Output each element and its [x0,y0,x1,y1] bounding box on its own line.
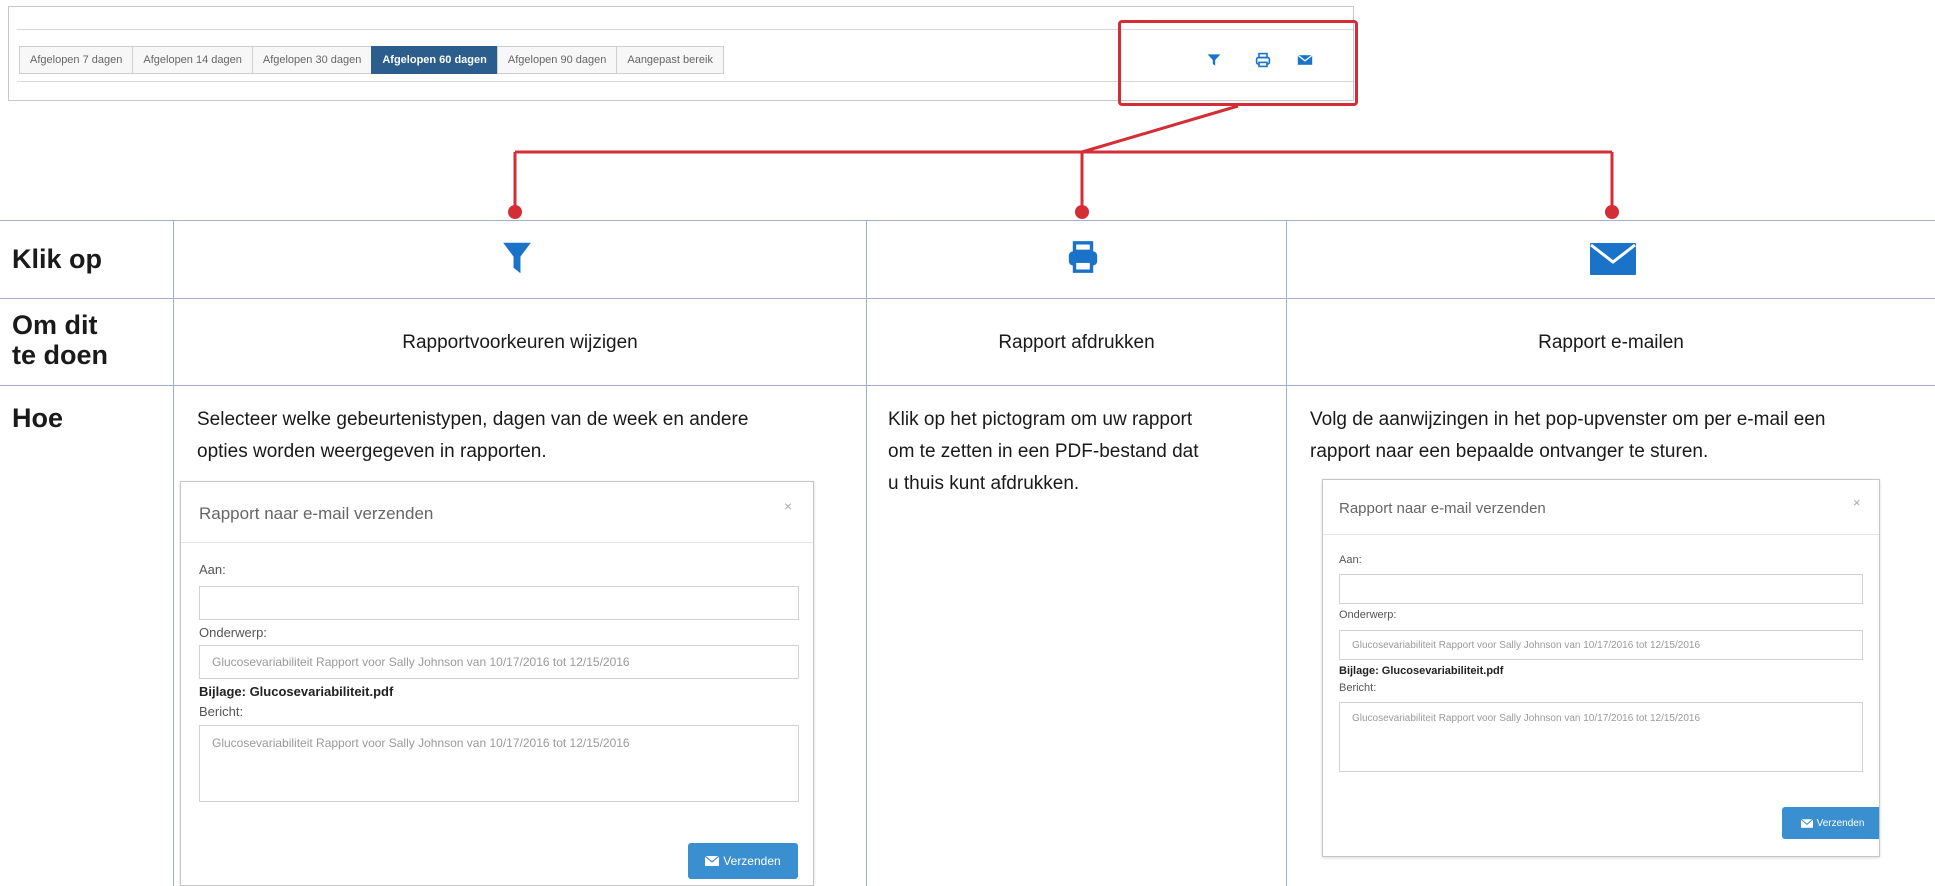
table-border [173,220,174,886]
table-border [1286,220,1287,886]
subject-label: Onderwerp: [199,625,267,640]
purpose-print-report: Rapport afdrukken [998,332,1155,353]
print-icon [1068,241,1098,273]
purpose-change-preferences: Rapportvoorkeuren wijzigen [402,332,638,353]
subject-label: Onderwerp: [1339,609,1397,621]
send-button[interactable]: Verzenden [1782,807,1879,839]
send-button[interactable]: Verzenden [688,843,798,879]
send-button-label: Verzenden [1816,817,1865,829]
subject-input[interactable]: Glucosevariabiliteit Rapport voor Sally … [1339,630,1863,660]
message-label: Bericht: [1339,682,1377,694]
table-border [0,298,1935,299]
how-print-line: om te zetten in een PDF-bestand dat [888,441,1199,462]
subject-input[interactable]: Glucosevariabiliteit Rapport voor Sally … [199,645,799,679]
how-print-line: u thuis kunt afdrukken. [888,473,1080,494]
to-label: Aan: [1339,554,1362,566]
message-textarea[interactable]: Glucosevariabiliteit Rapport voor Sally … [199,725,799,802]
mail-icon [1590,243,1636,275]
send-button-label: Verzenden [723,854,781,868]
row-label-purpose: Om dit [12,310,98,340]
message-label: Bericht: [199,704,244,719]
filter-icon [503,242,531,274]
close-icon[interactable]: × [1853,495,1861,510]
table-border [0,385,1935,386]
purpose-email-report: Rapport e-mailen [1538,332,1684,353]
attachment-label: Bijlage: Glucosevariabiliteit.pdf [199,684,394,699]
row-label-how: Hoe [12,403,64,433]
how-email-line: Volg de aanwijzingen in het pop-upvenste… [1310,409,1826,430]
mail-icon [1800,818,1813,828]
to-input[interactable] [199,586,799,620]
row-label-click: Klik op [12,244,103,274]
dialog-title: Rapport naar e-mail verzenden [1339,500,1546,517]
table-border [866,220,867,886]
message-textarea[interactable]: Glucosevariabiliteit Rapport voor Sally … [1339,702,1863,772]
to-label: Aan: [199,562,226,577]
how-preferences-line: Selecteer welke gebeurtenistypen, dagen … [197,409,749,430]
email-report-dialog: Rapport naar e-mail verzenden × Aan: Ond… [1322,479,1880,857]
callout-connectors [508,104,1619,219]
table-border [0,220,1935,221]
email-report-dialog: Rapport naar e-mail verzenden × Aan: Ond… [180,481,814,886]
dialog-divider [181,542,813,543]
row-label-purpose: te doen [12,340,109,370]
how-email-line: rapport naar een bepaalde ontvanger te s… [1310,441,1709,462]
dialog-divider [1323,534,1879,535]
how-print-line: Klik op het pictogram om uw rapport [888,409,1193,430]
close-icon[interactable]: × [784,498,792,514]
mail-icon [705,856,720,866]
to-input[interactable] [1339,574,1863,604]
how-preferences-line: opties worden weergegeven in rapporten. [197,441,547,462]
attachment-label: Bijlage: Glucosevariabiliteit.pdf [1339,665,1504,677]
dialog-title: Rapport naar e-mail verzenden [199,504,434,523]
